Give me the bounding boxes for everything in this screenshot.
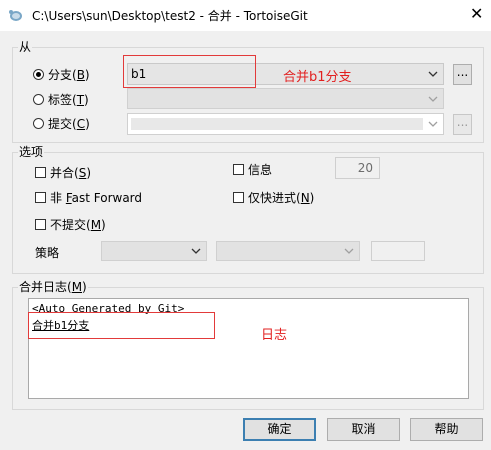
ff-only-label: 仅快进式(N) [248, 191, 315, 205]
chevron-down-icon [428, 121, 438, 127]
commit-browse-button[interactable]: ... [453, 114, 472, 135]
help-button[interactable]: 帮助 [410, 418, 483, 441]
close-icon[interactable]: ✕ [470, 4, 483, 24]
from-group-label: 从 [18, 40, 33, 54]
chevron-down-icon [344, 248, 354, 254]
merge-log-label: 合并日志(M) [18, 280, 88, 294]
commit-radio-option[interactable]: 提交(C) [33, 115, 90, 132]
options-group-label: 选项 [18, 145, 45, 159]
tortoisegit-icon [8, 7, 24, 23]
commit-label: 提交(C) [48, 117, 90, 131]
chevron-down-icon [428, 71, 438, 77]
strategy-extra-input[interactable] [371, 241, 425, 261]
commit-radio[interactable] [33, 118, 44, 129]
branch-browse-button[interactable]: ... [453, 64, 472, 85]
no-commit-checkbox[interactable] [35, 219, 46, 230]
ok-button[interactable]: 确定 [243, 418, 316, 441]
no-ff-checkbox[interactable] [35, 192, 46, 203]
no-commit-label: 不提交(M) [50, 218, 106, 232]
no-ff-label: 非 Fast Forward [50, 191, 143, 205]
tag-radio-option[interactable]: 标签(T) [33, 91, 89, 108]
tag-label: 标签(T) [48, 93, 89, 107]
strategy-label: 策略 [35, 246, 60, 260]
no-ff-checkbox-option[interactable]: 非 Fast Forward [35, 189, 142, 206]
log-annotation-box [28, 312, 215, 339]
squash-checkbox[interactable] [35, 167, 46, 178]
chevron-down-icon [191, 248, 201, 254]
branch-annotation-text: 合并b1分支 [283, 70, 352, 85]
window-title: C:\Users\sun\Desktop\test2 - 合并 - Tortoi… [32, 9, 308, 23]
strategy-option-select[interactable] [216, 241, 360, 261]
cancel-button[interactable]: 取消 [327, 418, 400, 441]
tag-radio[interactable] [33, 94, 44, 105]
tag-select[interactable] [127, 88, 444, 109]
message-checkbox[interactable] [233, 164, 244, 175]
message-checkbox-option[interactable]: 信息 [233, 161, 272, 178]
commit-select[interactable] [127, 113, 444, 135]
strategy-select[interactable] [101, 241, 207, 261]
commit-select-inner [131, 118, 423, 130]
ff-only-checkbox-option[interactable]: 仅快进式(N) [233, 189, 314, 206]
message-label: 信息 [248, 163, 273, 177]
branch-label: 分支(B) [48, 68, 90, 82]
squash-checkbox-option[interactable]: 并合(S) [35, 164, 91, 181]
branch-radio-option[interactable]: 分支(B) [33, 66, 90, 83]
no-commit-checkbox-option[interactable]: 不提交(M) [35, 216, 106, 233]
chevron-down-icon [428, 96, 438, 102]
log-annotation-text: 日志 [261, 328, 288, 343]
squash-label: 并合(S) [50, 166, 91, 180]
message-count-input[interactable]: 20 [335, 157, 380, 179]
branch-radio[interactable] [33, 69, 44, 80]
branch-annotation-box [123, 55, 256, 88]
ff-only-checkbox[interactable] [233, 192, 244, 203]
